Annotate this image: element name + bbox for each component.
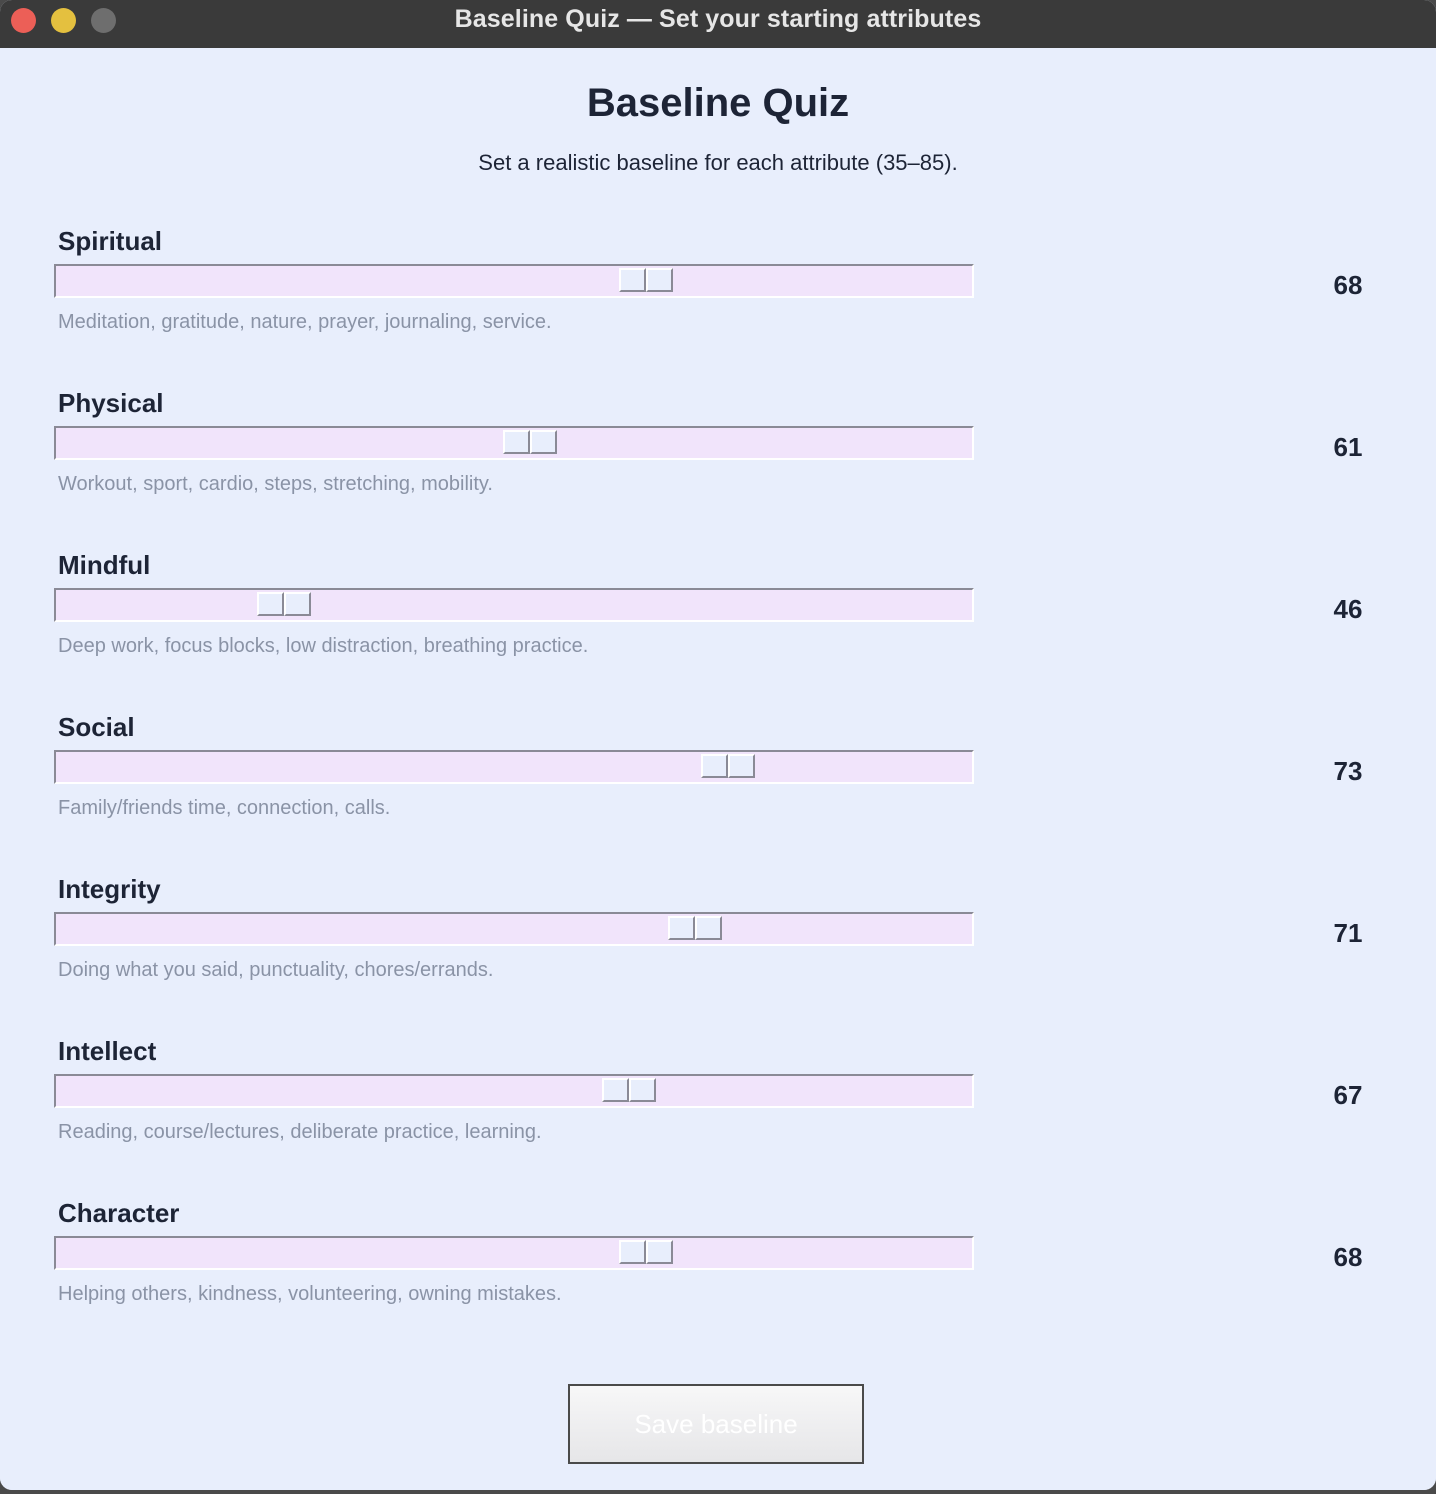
attribute-character: Character 68 Helping others, kindness, v…	[0, 1198, 1436, 1338]
slider-track[interactable]	[54, 1074, 974, 1108]
slider-thumb[interactable]	[257, 592, 311, 616]
slider-track[interactable]	[54, 588, 974, 622]
attribute-integrity: Integrity 71 Doing what you said, punctu…	[0, 874, 1436, 1014]
attribute-physical: Physical 61 Workout, sport, cardio, step…	[0, 388, 1436, 528]
attribute-value: 68	[1333, 1242, 1363, 1272]
slider-thumb[interactable]	[701, 754, 755, 778]
slider-track[interactable]	[54, 750, 974, 784]
attribute-intellect: Intellect 67 Reading, course/lectures, d…	[0, 1036, 1436, 1176]
slider-thumb[interactable]	[503, 430, 557, 454]
attribute-description: Family/friends time, connection, calls.	[58, 797, 391, 819]
attribute-value: 71	[1333, 918, 1363, 948]
attribute-label: Character	[58, 1198, 180, 1228]
page-title: Baseline Quiz	[586, 81, 850, 125]
app-window: Baseline Quiz — Set your starting attrib…	[0, 0, 1436, 1490]
attribute-description: Workout, sport, cardio, steps, stretchin…	[58, 473, 493, 495]
attribute-description: Doing what you said, punctuality, chores…	[58, 959, 494, 981]
attribute-value: 61	[1333, 432, 1363, 462]
window-title: Baseline Quiz — Set your starting attrib…	[454, 5, 982, 33]
slider-track[interactable]	[54, 426, 974, 460]
title-bar: Baseline Quiz — Set your starting attrib…	[0, 0, 1436, 49]
attribute-label: Integrity	[58, 874, 161, 904]
page-subtitle: Set a realistic baseline for each attrib…	[478, 150, 958, 175]
attribute-description: Meditation, gratitude, nature, prayer, j…	[58, 311, 552, 333]
attribute-label: Social	[58, 712, 135, 742]
slider-thumb[interactable]	[619, 268, 673, 292]
attribute-description: Deep work, focus blocks, low distraction…	[58, 635, 589, 657]
attribute-label: Physical	[58, 388, 164, 418]
slider-track[interactable]	[54, 1236, 974, 1270]
attribute-mindful: Mindful 46 Deep work, focus blocks, low …	[0, 550, 1436, 690]
attribute-spiritual: Spiritual 68 Meditation, gratitude, natu…	[0, 226, 1436, 366]
slider-thumb[interactable]	[668, 916, 722, 940]
save-baseline-button[interactable]: Save baseline	[568, 1384, 864, 1464]
attribute-description: Helping others, kindness, volunteering, …	[58, 1283, 562, 1305]
slider-track[interactable]	[54, 264, 974, 298]
attribute-label: Mindful	[58, 550, 151, 580]
slider-track[interactable]	[54, 912, 974, 946]
attribute-value: 46	[1333, 594, 1363, 624]
attribute-social: Social 73 Family/friends time, connectio…	[0, 712, 1436, 852]
attribute-label: Spiritual	[58, 226, 163, 256]
attribute-value: 73	[1333, 756, 1363, 786]
quiz-content: Baseline Quiz Set a realistic baseline f…	[0, 48, 1436, 1490]
attribute-value: 68	[1333, 270, 1363, 300]
slider-thumb[interactable]	[602, 1078, 656, 1102]
attribute-description: Reading, course/lectures, deliberate pra…	[58, 1121, 542, 1143]
slider-thumb[interactable]	[619, 1240, 673, 1264]
attribute-value: 67	[1333, 1080, 1363, 1110]
attribute-label: Intellect	[58, 1036, 157, 1066]
